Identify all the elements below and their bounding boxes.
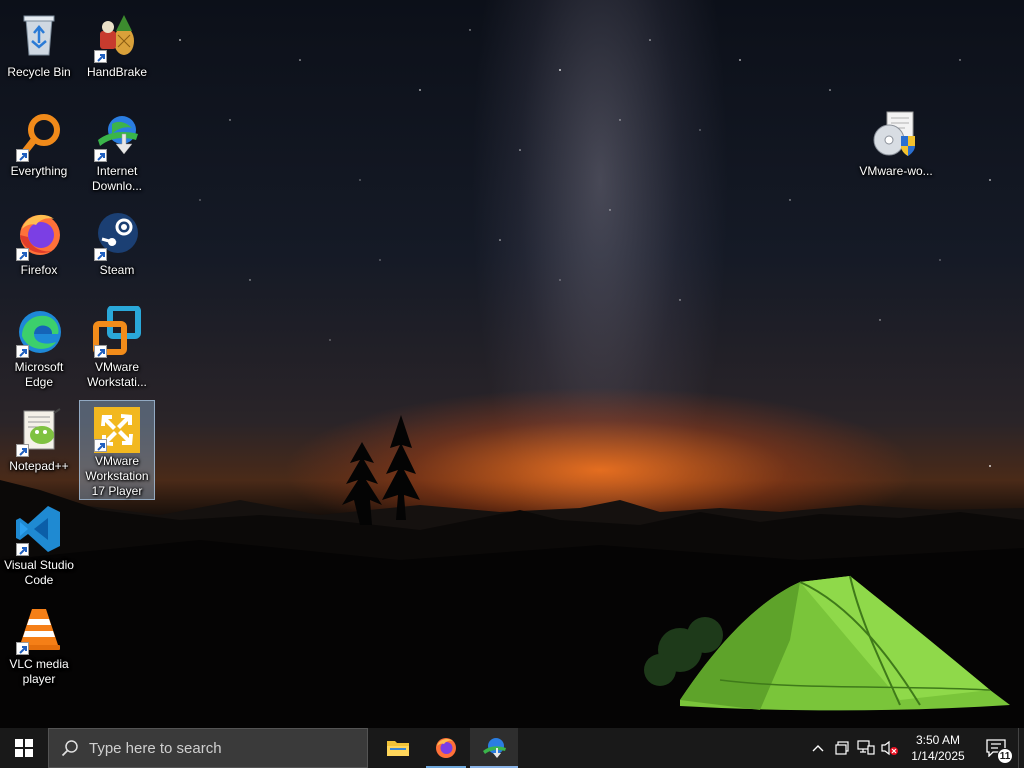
vscode-icon — [14, 504, 64, 556]
shortcut-arrow-icon — [94, 50, 107, 63]
taskbar-pinned-apps — [374, 728, 518, 768]
vmware-player-icon — [92, 405, 142, 453]
file-explorer-icon — [387, 741, 409, 756]
clock-time: 3:50 AM — [915, 733, 961, 747]
desktop-icon-steam[interactable]: Steam — [79, 204, 155, 300]
desktop-icon-microsoft-edge[interactable]: Microsoft Edge — [1, 301, 77, 397]
chevron-up-icon — [812, 745, 824, 752]
system-tray: 3:50 AM 1/14/2025 11 — [806, 728, 1024, 768]
shortcut-arrow-icon — [94, 149, 107, 162]
shortcut-arrow-icon — [16, 345, 29, 358]
shortcut-arrow-icon — [16, 543, 29, 556]
desktop-icon-label: HandBrake — [86, 65, 148, 79]
firefox-icon — [14, 209, 64, 261]
desktop-icon-handbrake[interactable]: HandBrake — [79, 6, 155, 102]
taskbar-app-internet-download-manager[interactable] — [470, 728, 518, 768]
desktop-icon-label: Steam — [99, 263, 135, 277]
desktop-icon-vlc[interactable]: VLC media player — [1, 598, 77, 694]
desktop-icon-internet-download-manager[interactable]: Internet Downlo... — [79, 105, 155, 201]
action-center-button[interactable]: 11 — [974, 728, 1018, 768]
vlc-icon — [14, 603, 64, 655]
start-button[interactable] — [0, 728, 48, 768]
notification-count-badge: 11 — [997, 748, 1013, 764]
desktop-icon-firefox[interactable]: Firefox — [1, 204, 77, 300]
task-view-tray-button[interactable] — [830, 728, 854, 768]
desktop-icon-label: Recycle Bin — [7, 65, 71, 79]
taskbar-search-box[interactable]: Type here to search — [48, 728, 368, 768]
desktop-icon-vmware-workstation[interactable]: VMware Workstati... — [79, 301, 155, 397]
shortcut-arrow-icon — [16, 444, 29, 457]
desktop-icon-label: Microsoft Edge — [14, 360, 64, 389]
search-icon — [61, 740, 78, 757]
shortcut-arrow-icon — [16, 248, 29, 261]
desktop-icon-label: Visual Studio Code — [4, 558, 74, 587]
desktop-icon-label: Internet Downlo... — [91, 164, 143, 193]
edge-icon — [14, 306, 64, 358]
desktop-icon-label: Firefox — [20, 263, 58, 277]
taskbar-clock[interactable]: 3:50 AM 1/14/2025 — [902, 728, 974, 768]
clock-date: 1/14/2025 — [911, 749, 965, 763]
windows-logo-icon — [15, 739, 33, 757]
network-icon — [857, 740, 875, 755]
windows-stack-icon — [835, 741, 849, 755]
shortcut-arrow-icon — [94, 345, 107, 358]
show-desktop-button[interactable] — [1018, 728, 1024, 768]
desktop-icon-vmware-player[interactable]: VMware Workstation 17 Player — [79, 400, 155, 500]
internet-download-manager-icon — [92, 110, 142, 162]
vmware-installer-icon — [871, 110, 921, 160]
everything-search-icon — [14, 110, 64, 162]
desktop-icon-recycle-bin[interactable]: Recycle Bin — [1, 6, 77, 102]
shortcut-arrow-icon — [94, 248, 107, 261]
desktop-icon-label: VMware-wo... — [859, 164, 933, 178]
taskbar-app-firefox[interactable] — [422, 728, 470, 768]
network-button[interactable] — [854, 728, 878, 768]
recycle-bin-icon — [14, 11, 64, 61]
shortcut-arrow-icon — [94, 439, 107, 452]
internet-download-manager-icon — [483, 738, 506, 758]
taskbar-app-file-explorer[interactable] — [374, 728, 422, 768]
steam-icon — [92, 209, 142, 261]
show-hidden-icons-button[interactable] — [806, 728, 830, 768]
taskbar: Type here to search 3:50 AM 1/14/2025 11 — [0, 728, 1024, 768]
shortcut-arrow-icon — [16, 642, 29, 655]
desktop-icon-vscode[interactable]: Visual Studio Code — [1, 499, 77, 595]
shortcut-arrow-icon — [16, 149, 29, 162]
desktop-icon-label: VMware Workstation 17 Player — [85, 454, 149, 498]
vmware-workstation-icon — [92, 306, 142, 358]
desktop-icon-vmware-installer[interactable]: VMware-wo... — [858, 105, 934, 201]
speaker-muted-icon — [881, 740, 898, 756]
firefox-icon — [436, 738, 456, 758]
desktop-icon-label: VMware Workstati... — [87, 360, 147, 389]
desktop-icon-notepad-plus-plus[interactable]: Notepad++ — [1, 400, 77, 496]
search-placeholder: Type here to search — [89, 739, 222, 757]
desktop-icon-label: Everything — [10, 164, 68, 178]
desktop-icon-label: VLC media player — [9, 657, 69, 686]
volume-button[interactable] — [878, 728, 902, 768]
notepad-plus-plus-icon — [14, 405, 64, 457]
desktop-icon-everything[interactable]: Everything — [1, 105, 77, 201]
desktop-icon-label: Notepad++ — [9, 459, 69, 473]
handbrake-icon — [92, 11, 142, 63]
